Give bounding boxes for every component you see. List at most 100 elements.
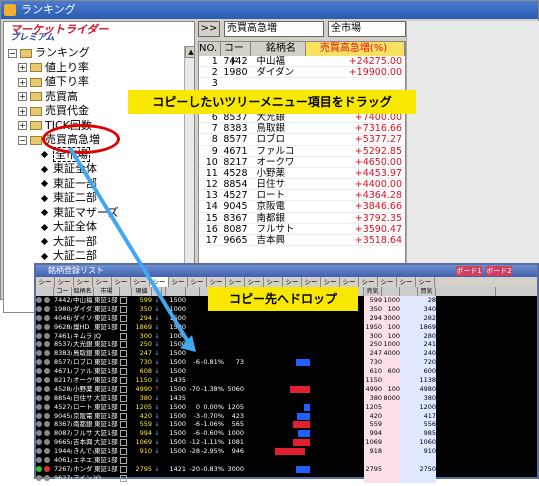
watchlist-col-header[interactable]: [166, 287, 186, 296]
scroll-up-icon[interactable]: ▲: [185, 46, 194, 58]
watchlist-col-header[interactable]: [152, 287, 162, 296]
watchlist-col-header[interactable]: [186, 287, 200, 296]
tree-item[interactable]: + 値下り率: [4, 75, 184, 90]
ranking-col-header[interactable]: コード: [221, 42, 251, 68]
sheet-tab[interactable]: シート15: [112, 277, 131, 287]
sheet-tab[interactable]: シート12: [55, 277, 74, 287]
ranking-row[interactable]: 11 4528 小野薬 +4453.97: [199, 168, 405, 180]
watchlist-row[interactable]: 9665/0吉本興大証1部1069↓1500-12-1.11%108110691…: [36, 438, 537, 448]
tree-item[interactable]: 東証全体: [4, 162, 184, 177]
expand-icon[interactable]: +: [18, 63, 27, 72]
watchlist-row[interactable]: 8383/0鳥取銀東証1部247↓15002474000240: [36, 349, 537, 359]
checkbox-icon[interactable]: [120, 447, 132, 456]
watchlist-col-header[interactable]: コード: [54, 287, 72, 304]
tree-item[interactable]: 大証全体: [4, 220, 184, 235]
expand-icon[interactable]: +: [18, 92, 27, 101]
tree-item[interactable]: + TICK回数: [4, 119, 184, 134]
watchlist-col-header[interactable]: [400, 287, 418, 296]
sheet-tab[interactable]: シート14: [283, 277, 302, 287]
sheet-tab[interactable]: シート17: [340, 277, 359, 287]
watchlist-row[interactable]: 4046/0ダイソー東証1部294↓15002943000282: [36, 313, 537, 323]
watchlist-row[interactable]: 4671/0ファルコ東証1部608↓1500610600600: [36, 367, 537, 377]
sheet-tab[interactable]: シート19: [188, 277, 207, 287]
watchlist-row[interactable]: 1944/0きんでん東証1部910↓1500-28-2.95%946918910: [36, 447, 537, 457]
watchlist-row[interactable]: 8577/0ロブロ東証1部730↓1500-6-0.81%73730720: [36, 358, 537, 368]
watchlist-col-header[interactable]: [36, 287, 54, 296]
sheet-tab[interactable]: シート16: [321, 277, 340, 287]
sheet-tab[interactable]: シート11: [226, 277, 245, 287]
checkbox-icon[interactable]: [120, 394, 132, 403]
sheet-tab[interactable]: シート19: [378, 277, 397, 287]
sheet-tab[interactable]: シート20: [397, 277, 416, 287]
sheet-tab[interactable]: シート18: [359, 277, 378, 287]
watchlist-col-header[interactable]: 市場: [94, 287, 120, 296]
watchlist-row[interactable]: 9627/0アインファJQ: [36, 473, 537, 483]
sheet-tab[interactable]: シート12: [245, 277, 264, 287]
ranking-row[interactable]: 14 9045 京阪電 +3846.66: [199, 201, 405, 213]
sheet-tab[interactable]: シート14: [93, 277, 112, 287]
checkbox-icon[interactable]: [120, 429, 132, 438]
board-button-2[interactable]: ボード2: [486, 266, 512, 276]
ranking-row[interactable]: 17 9665 吉本興 +3518.64: [199, 235, 405, 247]
watchlist-row[interactable]: 8217/0オークワ東証1部1150↓143511501138: [36, 376, 537, 385]
expand-icon[interactable]: +: [18, 77, 27, 87]
watchlist-col-header[interactable]: 買気配: [418, 287, 436, 304]
sheet-tab[interactable]: シート13: [74, 277, 93, 287]
watchlist-col-header[interactable]: 現値: [132, 287, 152, 296]
expand-icon[interactable]: +: [18, 106, 27, 116]
sheet-tab[interactable]: シート11: [36, 277, 55, 287]
sheet-tab[interactable]: シート21: [416, 277, 435, 287]
watchlist-col-header[interactable]: [382, 287, 400, 296]
expand-icon[interactable]: +: [18, 121, 27, 130]
tree-item[interactable]: 全市場: [4, 146, 184, 163]
sheet-tab[interactable]: シート10: [207, 277, 226, 287]
watchlist-col-header[interactable]: [120, 287, 132, 296]
market-select[interactable]: 全市場: [328, 21, 406, 37]
tree-item[interactable]: 大証二部: [4, 249, 184, 264]
board-button-1[interactable]: ボード1: [456, 266, 482, 276]
checkbox-icon[interactable]: [120, 376, 132, 385]
sheet-tab[interactable]: シート16: [131, 277, 150, 287]
ranking-row[interactable]: 3: [199, 78, 405, 90]
checkbox-icon[interactable]: [120, 305, 132, 314]
watchlist-row[interactable]: 7461/0キムラJQ300↓1000300100280: [36, 331, 537, 341]
ranking-row[interactable]: 16 8087 フルサト +3590.47: [199, 224, 405, 235]
sort-select[interactable]: 売買高急増: [224, 21, 324, 37]
ranking-row[interactable]: 15 8367 南都銀 +3792.35: [199, 213, 405, 224]
watchlist-row[interactable]: 4528/0小野薬東証1部4990↑1500-70-1.38%506049901…: [36, 384, 537, 394]
tree-item[interactable]: 大証一部: [4, 235, 184, 250]
watchlist-row[interactable]: 4061/0エネエス環境東証1部: [36, 456, 537, 465]
collapse-icon[interactable]: −: [18, 135, 27, 145]
watchlist-col-header[interactable]: [436, 287, 496, 296]
watchlist-row[interactable]: 9045/0京阪電東証1部420↓1500-3-0.70%423420417: [36, 411, 537, 421]
checkbox-icon[interactable]: [120, 367, 132, 376]
expand-button[interactable]: >>: [198, 21, 220, 37]
checkbox-icon[interactable]: [120, 474, 132, 483]
tree-root[interactable]: − ランキング: [4, 46, 184, 61]
sheet-tab[interactable]: シート18: [169, 277, 188, 287]
checkbox-icon[interactable]: [120, 323, 132, 332]
tree-item[interactable]: − 売買高急増: [4, 133, 184, 148]
watchlist-titlebar[interactable]: 銘柄登録リスト ボード1 ボード2: [36, 265, 537, 277]
checkbox-icon[interactable]: [120, 403, 132, 412]
checkbox-icon[interactable]: [120, 314, 132, 323]
ranking-row[interactable]: 9 4671 ファルコ +5292.85: [199, 146, 405, 157]
ranking-row[interactable]: 1 7442 中山福 +24275.00: [199, 56, 405, 68]
checkbox-icon[interactable]: [120, 385, 132, 394]
checkbox-icon[interactable]: [120, 438, 132, 447]
ranking-col-header[interactable]: 売買高急増(%): [306, 42, 405, 56]
collapse-icon[interactable]: −: [8, 48, 17, 58]
checkbox-icon[interactable]: [120, 465, 132, 474]
ranking-col-header[interactable]: NO.: [199, 42, 221, 56]
ranking-row[interactable]: 12 8854 日住サ +4400.00: [199, 179, 405, 191]
tree-item[interactable]: 東証一部: [4, 177, 184, 192]
watchlist-row[interactable]: 8367/0南都銀東証1部559↓1500-6-1.06%565559556: [36, 420, 537, 430]
tree-item[interactable]: 東証二部: [4, 191, 184, 206]
sheet-tab[interactable]: シート15: [302, 277, 321, 287]
checkbox-icon[interactable]: [120, 358, 132, 367]
sheet-tab[interactable]: シート13: [264, 277, 283, 287]
ranking-col-header[interactable]: 銘柄名: [251, 42, 307, 56]
ranking-row[interactable]: 8 8577 ロブロ +5377.27: [199, 134, 405, 146]
watchlist-row[interactable]: 7267/0ホンダ東証1部2795↓1421-20-0.83%300027952…: [36, 464, 537, 474]
ranking-scrollbar[interactable]: [406, 21, 539, 301]
